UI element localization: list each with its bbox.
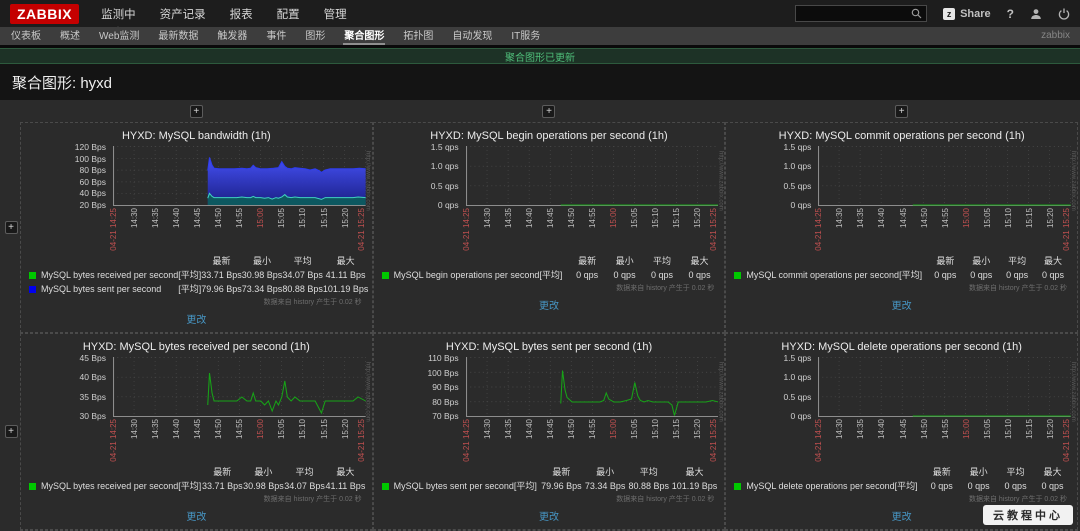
graph-legend: 最新 最小 平均 最大 MySQL delete operations per seco…	[732, 465, 1071, 493]
page-title: 聚合图形: hyxd	[0, 64, 1080, 100]
add-screen-cell-button[interactable]: +	[895, 104, 909, 118]
x-axis-labels: 04-21 14:25 14:30 14:35 14:40 14:45 14:50 14:5…	[109, 208, 366, 251]
graph-plot[interactable]	[113, 146, 366, 206]
search-input[interactable]	[800, 8, 912, 19]
graph-footer-note: 数据来自 history 产生于 0.02 秒	[616, 496, 715, 503]
graph-cell: HYXD: MySQL begin operations per second …	[372, 122, 726, 333]
series-color-swatch	[381, 482, 389, 490]
series-color-swatch	[734, 482, 742, 490]
graph-footer-note: 数据来自 history 产生于 0.02 秒	[616, 285, 715, 292]
subnav-item[interactable]: 聚合图形	[343, 24, 386, 45]
graph-plot[interactable]	[465, 146, 719, 206]
series-color-swatch	[29, 285, 36, 293]
graph-plot[interactable]	[113, 357, 366, 417]
top-menu: 监测中 资产记录 报表 配置 管理	[101, 0, 347, 31]
graph-cell: HYXD: MySQL delete operations per second…	[725, 333, 1078, 530]
user-profile-icon[interactable]	[1030, 8, 1042, 20]
help-button[interactable]: ?	[1007, 7, 1014, 21]
graph-legend: 最新 最小 平均 最大 MySQL bytes sent per second [平均] 7…	[380, 465, 719, 493]
change-link[interactable]: 更改	[539, 301, 559, 312]
graph-footer-note: 数据来自 history 产生于 0.02 秒	[968, 496, 1067, 503]
screen-grid: + + + + HYXD: MySQL bandwidth (1h) 120 Bps 100…	[2, 100, 1078, 531]
y-axis-labels: 110 Bps 100 Bps 90 Bps 80 Bps 70 Bps	[427, 353, 459, 421]
graph-footer-note: 数据来自 history 产生于 0.02 秒	[263, 299, 362, 306]
share-label: Share	[960, 7, 991, 20]
graph-legend: 最新 最小 平均 最大 MySQL bytes received per second[…	[27, 254, 368, 296]
search-icon[interactable]	[911, 8, 922, 19]
x-axis-labels: 04-21 14:25 14:30 14:35 14:40 14:45 14:50 14:5…	[814, 208, 1071, 251]
subnav-item[interactable]: IT服务	[510, 24, 541, 45]
x-axis-labels: 04-21 14:25 14:30 14:35 14:40 14:45 14:50 14:5…	[109, 419, 366, 462]
top-menu-item[interactable]: 监测中	[101, 0, 136, 31]
zabbix-watermark: http://www.zabbix.com	[717, 362, 724, 422]
top-bar: ZABBIX 监测中 资产记录 报表 配置 管理 z Share ?	[0, 0, 1080, 31]
y-axis-labels: 120 Bps 100 Bps 80 Bps 60 Bps 40 Bps 20 Bps	[74, 142, 106, 210]
add-screen-cell-button[interactable]: +	[189, 104, 203, 118]
status-banner-message: 聚合图形已更新	[505, 52, 575, 64]
y-axis-labels: 45 Bps 40 Bps 35 Bps 30 Bps	[79, 353, 106, 421]
change-link[interactable]: 更改	[186, 512, 206, 523]
subnav-right-label: zabbix	[1041, 30, 1070, 41]
series-color-swatch	[29, 271, 36, 279]
share-button[interactable]: z Share	[943, 7, 991, 20]
graph-footer-note: 数据来自 history 产生于 0.02 秒	[263, 496, 362, 503]
zabbix-watermark: http://www.zabbix.com	[1069, 151, 1076, 211]
graph-legend: 最新 最小 平均 最大 MySQL begin operations per secon…	[380, 254, 719, 282]
monitoring-subnav: 仪表板 概述 Web监测 最新数据 触发器 事件 图形 聚合图形 拓扑图 自动发现 IT服务 zabb…	[0, 27, 1080, 45]
subnav-item[interactable]: 自动发现	[451, 24, 493, 45]
logout-icon[interactable]	[1058, 8, 1070, 20]
zabbix-share-icon: z	[943, 7, 956, 20]
x-axis-labels: 04-21 14:25 14:30 14:35 14:40 14:45 14:50 14:5…	[814, 419, 1071, 462]
zabbix-watermark: http://www.zabbix.com	[717, 151, 724, 211]
y-axis-labels: 1.5 qps 1.0 qps 0.5 qps 0 qps	[783, 353, 812, 421]
add-screen-cell-button[interactable]: +	[542, 104, 556, 118]
subnav-item[interactable]: 概述	[59, 24, 81, 45]
graph-title: HYXD: MySQL bandwidth (1h)	[121, 130, 271, 142]
graph-footer-note: 数据来自 history 产生于 0.02 秒	[968, 285, 1067, 292]
change-link[interactable]: 更改	[539, 512, 559, 523]
graph-title: HYXD: MySQL begin operations per second …	[430, 130, 668, 142]
top-menu-item[interactable]: 管理	[324, 0, 347, 28]
subnav-item[interactable]: 拓扑图	[402, 24, 434, 45]
graph-cell: HYXD: MySQL bandwidth (1h) 120 Bps 100 Bps…	[20, 122, 373, 333]
screen-area: + + + + HYXD: MySQL bandwidth (1h) 120 Bps 100…	[0, 100, 1080, 531]
graph-cell: HYXD: MySQL bytes sent per second (1h) 11…	[372, 333, 726, 530]
zabbix-watermark: http://www.zabbix.com	[364, 362, 371, 422]
graph-plot[interactable]	[818, 146, 1071, 206]
change-link[interactable]: 更改	[892, 301, 912, 312]
series-color-swatch	[734, 271, 742, 279]
status-banner: 聚合图形已更新	[0, 48, 1080, 64]
subnav-item[interactable]: 仪表板	[10, 24, 42, 45]
x-axis-labels: 04-21 14:25 14:30 14:35 14:40 14:45 14:50 14:5…	[461, 208, 719, 251]
top-bar-right: z Share ?	[795, 5, 1070, 22]
search-box[interactable]	[795, 5, 928, 22]
x-axis-labels: 04-21 14:25 14:30 14:35 14:40 14:45 14:50 14:5…	[461, 419, 719, 462]
graph-legend: 最新 最小 平均 最大 MySQL commit operations per seco…	[732, 254, 1071, 282]
series-color-swatch	[381, 271, 389, 279]
graph-cell: HYXD: MySQL bytes received per second (1…	[20, 333, 373, 530]
top-menu-item[interactable]: 资产记录	[160, 0, 206, 28]
top-menu-item[interactable]: 报表	[230, 0, 253, 28]
zabbix-watermark: http://www.zabbix.com	[1069, 362, 1076, 422]
change-link[interactable]: 更改	[186, 315, 206, 326]
graph-legend: 最新 最小 平均 最大 MySQL bytes received per second[…	[27, 465, 366, 493]
top-menu-item[interactable]: 配置	[277, 0, 300, 28]
change-link[interactable]: 更改	[892, 512, 912, 523]
series-color-swatch	[29, 482, 36, 490]
graph-plot[interactable]	[465, 357, 719, 417]
graph-plot[interactable]	[818, 357, 1071, 417]
graph-title: HYXD: MySQL bytes received per second (1…	[82, 341, 310, 353]
add-screen-cell-button[interactable]: +	[4, 221, 18, 234]
y-axis-labels: 1.5 qps 1.0 qps 0.5 qps 0 qps	[783, 142, 812, 210]
graph-cell: HYXD: MySQL commit operations per second…	[725, 122, 1078, 333]
watermark-badge: 云教程中心	[983, 505, 1073, 525]
graph-title: HYXD: MySQL delete operations per second…	[781, 341, 1022, 353]
graph-title: HYXD: MySQL bytes sent per second (1h)	[445, 341, 653, 353]
zabbix-logo[interactable]: ZABBIX	[10, 3, 80, 24]
y-axis-labels: 1.5 qps 1.0 qps 0.5 qps 0 qps	[430, 142, 459, 210]
add-screen-cell-button[interactable]: +	[4, 425, 18, 438]
zabbix-watermark: http://www.zabbix.com	[364, 151, 371, 211]
graph-title: HYXD: MySQL commit operations per second…	[778, 130, 1025, 142]
